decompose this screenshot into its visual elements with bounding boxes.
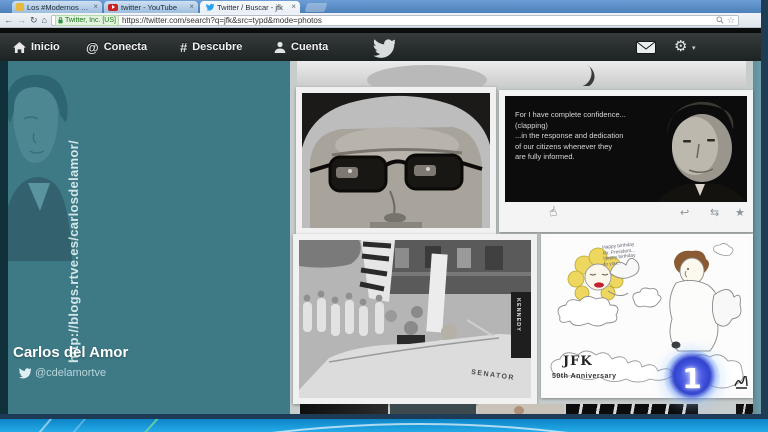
right-margin-strip xyxy=(753,61,761,415)
twitter-favicon xyxy=(204,3,214,11)
home-button[interactable]: ⌂ xyxy=(42,15,47,25)
lock-icon xyxy=(58,17,63,24)
band-streak xyxy=(36,419,54,432)
reply-icon[interactable]: ↩ xyxy=(680,207,689,219)
twitter-bird-logo[interactable] xyxy=(368,37,395,59)
close-tab-icon[interactable]: × xyxy=(189,3,194,11)
bookmark-star-icon[interactable]: ☆ xyxy=(727,16,735,25)
tab-title: Twitter / Buscar - jfk xyxy=(217,3,288,12)
tweet-card[interactable]: For I have complete confidence... (clapp… xyxy=(499,90,753,232)
presenter-name: Carlos del Amor xyxy=(13,344,128,361)
youtube-favicon xyxy=(108,4,118,11)
forward-button[interactable]: → xyxy=(17,15,26,25)
twitter-handle: @cdelamortve xyxy=(35,367,106,379)
url-input[interactable]: Twitter, Inc. [US] https://twitter.com/s… xyxy=(51,15,739,26)
search-page-icon[interactable] xyxy=(716,16,724,24)
tab-title: Los #Modernos (hoy Al xyxy=(27,3,90,12)
favorite-star-icon[interactable]: ★ xyxy=(735,207,745,219)
reload-button[interactable]: ↻ xyxy=(30,15,38,25)
jfk-sunglasses-photo xyxy=(302,93,490,228)
page-favicon xyxy=(16,3,24,11)
nav-label: Cuenta xyxy=(291,41,328,53)
home-icon xyxy=(13,42,26,53)
security-badge[interactable]: Twitter, Inc. [US] xyxy=(55,15,119,26)
close-tab-icon[interactable]: × xyxy=(93,3,98,11)
la1-channel-logo: 1 xyxy=(664,350,720,406)
close-tab-icon[interactable]: × xyxy=(291,3,296,11)
new-tab-button[interactable] xyxy=(305,3,328,12)
browser-address-bar: ← → ↻ ⌂ Twitter, Inc. [US] https://twitt… xyxy=(0,13,768,28)
screen-right-edge xyxy=(761,0,768,419)
blog-url-vertical: http://blogs.rtve.es/carlosdelamor/ xyxy=(66,71,81,363)
security-badge-label: Twitter, Inc. [US] xyxy=(65,17,116,24)
photo-card-sunglasses[interactable] xyxy=(296,87,496,234)
chevron-down-icon[interactable]: ▾ xyxy=(692,44,696,52)
band-streak-green xyxy=(142,419,161,432)
browser-tab-modernos[interactable]: Los #Modernos (hoy Al × xyxy=(12,1,102,13)
twitter-navbar: Inicio @ Conecta # Descubre Cuenta ⚙ ▾ xyxy=(0,33,768,63)
cartoon-title: JFK xyxy=(563,354,593,369)
nav-item-conecta[interactable]: @ Conecta xyxy=(86,33,147,61)
photo-partial-top[interactable] xyxy=(297,61,746,86)
sidebar-dark-edge xyxy=(0,61,8,415)
browser-tab-youtube[interactable]: twitter - YouTube × xyxy=(104,1,198,13)
hand-cursor-icon: ☝ xyxy=(547,203,559,220)
cartoon-subtitle: 50th Anniversary xyxy=(552,373,617,380)
hash-icon: # xyxy=(180,40,187,55)
tv-capture-screen: Los #Modernos (hoy Al × twitter - YouTub… xyxy=(0,0,768,432)
tv-overlay-sidebar: http://blogs.rtve.es/carlosdelamor/ Carl… xyxy=(0,61,290,415)
tweet-quote-text: For I have complete confidence... (clapp… xyxy=(515,110,655,163)
band-arc-line xyxy=(0,423,768,432)
gear-icon[interactable]: ⚙ xyxy=(674,39,687,54)
photo-card-motorcade[interactable]: SENATOR KENNEDY xyxy=(293,234,537,404)
twitter-handle-row: @cdelamortve xyxy=(16,367,106,379)
nav-item-descubre[interactable]: # Descubre xyxy=(180,33,242,61)
browser-tab-twitter[interactable]: Twitter / Buscar - jfk × xyxy=(200,1,300,13)
nav-label: Descubre xyxy=(192,41,242,53)
messages-envelope-icon[interactable] xyxy=(636,41,656,54)
jfk-quote-photo[interactable]: For I have complete confidence... (clapp… xyxy=(505,96,747,202)
person-icon xyxy=(274,41,286,53)
back-button[interactable]: ← xyxy=(4,15,13,25)
jfk-portrait xyxy=(647,96,747,202)
photo-card-cartoon[interactable]: Happy birthday Mr. President... Happy bi… xyxy=(541,234,753,398)
artist-signature xyxy=(733,376,749,390)
twitter-bird-icon xyxy=(16,367,31,379)
photo-detail xyxy=(563,61,599,86)
nav-item-inicio[interactable]: Inicio xyxy=(13,33,60,61)
browser-tab-strip: Los #Modernos (hoy Al × twitter - YouTub… xyxy=(0,0,768,13)
at-icon: @ xyxy=(86,40,99,55)
photo-detail xyxy=(367,65,487,86)
nav-label: Inicio xyxy=(31,41,60,53)
url-text: https://twitter.com/search?q=jfk&src=typ… xyxy=(122,16,713,25)
presenter-photo xyxy=(0,71,72,261)
nav-label: Conecta xyxy=(104,41,147,53)
retweet-icon[interactable]: ⇆ xyxy=(710,207,719,219)
band-streak xyxy=(70,419,88,432)
tab-title: twitter - YouTube xyxy=(121,3,186,12)
tv-lower-band xyxy=(0,419,768,432)
channel-logo-digit: 1 xyxy=(682,362,701,395)
nav-item-cuenta[interactable]: Cuenta xyxy=(274,33,328,61)
campaign-sign-text: KENNEDY xyxy=(515,298,521,348)
